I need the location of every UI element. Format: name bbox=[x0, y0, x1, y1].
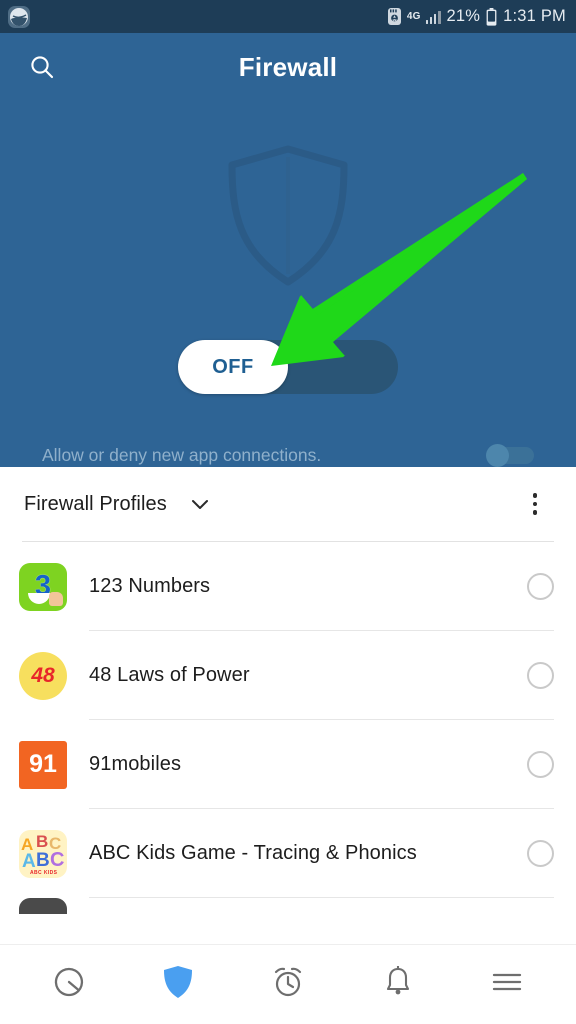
firewall-profiles-header: Firewall Profiles bbox=[0, 467, 576, 541]
firewall-master-toggle-label: OFF bbox=[212, 355, 254, 378]
app-icon-abc-kids-game: ABC ABC ABC KIDS bbox=[19, 829, 67, 878]
page-title: Firewall bbox=[238, 51, 338, 82]
app-icon-text: 91 bbox=[29, 750, 57, 778]
shield-outline-icon bbox=[223, 143, 353, 288]
battery-icon bbox=[486, 7, 497, 26]
app-icon-91mobiles: 91 bbox=[19, 740, 67, 789]
search-icon[interactable] bbox=[22, 47, 62, 87]
app-name-label: ABC Kids Game - Tracing & Phonics bbox=[89, 842, 417, 864]
app-select-radio[interactable] bbox=[527, 751, 554, 778]
app-icon-text: 48 bbox=[31, 663, 55, 687]
list-item[interactable]: ABC ABC ABC KIDS ABC Kids Game - Tracing… bbox=[0, 809, 576, 898]
app-icon-partial bbox=[19, 898, 67, 914]
app-name-label: 48 Laws of Power bbox=[89, 664, 250, 686]
dashboard-circle-icon bbox=[53, 966, 85, 1003]
nav-dashboard-circle[interactable] bbox=[37, 953, 101, 1017]
app-name-label: 91mobiles bbox=[89, 753, 182, 775]
bell-notification-icon bbox=[383, 965, 413, 1003]
app-select-radio[interactable] bbox=[527, 573, 554, 600]
app-select-radio[interactable] bbox=[527, 840, 554, 867]
firewall-profiles-title: Firewall Profiles bbox=[24, 492, 167, 515]
network-type-label: 4G bbox=[406, 11, 421, 22]
list-item-partial[interactable] bbox=[0, 898, 576, 914]
app-icon-48-laws-of-power: 48 bbox=[19, 651, 67, 700]
firewall-master-toggle[interactable]: OFF bbox=[178, 340, 398, 394]
firewall-profiles-section: Firewall Profiles 3 123 Numbers 48 48 La… bbox=[0, 467, 576, 914]
bottom-navigation-bar bbox=[0, 944, 576, 1024]
nav-alarm-clock[interactable] bbox=[256, 953, 320, 1017]
firewall-master-toggle-knob[interactable]: OFF bbox=[178, 340, 288, 394]
alarm-clock-icon bbox=[271, 965, 305, 1004]
signal-bars-icon bbox=[425, 10, 441, 24]
new-app-connections-label: Allow or deny new app connections. bbox=[42, 444, 322, 465]
new-app-connections-toggle-knob[interactable] bbox=[486, 444, 509, 467]
nav-firewall-shield[interactable] bbox=[146, 953, 210, 1017]
new-app-connections-toggle[interactable] bbox=[486, 444, 534, 467]
clock-label: 1:31 PM bbox=[503, 7, 566, 25]
nav-menu[interactable] bbox=[475, 953, 539, 1017]
nav-notifications-bell[interactable] bbox=[366, 953, 430, 1017]
row-divider bbox=[89, 897, 554, 898]
app-notification-icon bbox=[8, 5, 30, 28]
new-app-connections-row[interactable]: Allow or deny new app connections. bbox=[0, 431, 576, 467]
app-icon-123-numbers: 3 bbox=[19, 562, 67, 611]
battery-percent-label: 21% bbox=[446, 7, 481, 25]
sd-card-icon bbox=[387, 8, 401, 25]
app-name-label: 123 Numbers bbox=[89, 575, 211, 597]
firewall-app-list: 3 123 Numbers 48 48 Laws of Power 91 91m… bbox=[0, 542, 576, 914]
app-bar: Firewall bbox=[0, 33, 576, 101]
hamburger-menu-icon bbox=[491, 969, 523, 1000]
status-bar: 4G 21% 1:31 PM bbox=[0, 0, 576, 33]
app-select-radio[interactable] bbox=[527, 662, 554, 689]
list-item[interactable]: 3 123 Numbers bbox=[0, 542, 576, 631]
status-bar-right: 4G 21% 1:31 PM bbox=[387, 7, 566, 26]
list-item[interactable]: 91 91mobiles bbox=[0, 720, 576, 809]
firewall-hero-panel: Firewall OFF Allow or deny new app conne… bbox=[0, 33, 576, 467]
chevron-down-icon[interactable] bbox=[189, 493, 211, 515]
overflow-menu-icon[interactable] bbox=[518, 487, 552, 521]
shield-icon bbox=[163, 965, 193, 1004]
list-item[interactable]: 48 48 Laws of Power bbox=[0, 631, 576, 720]
status-bar-left bbox=[8, 5, 30, 28]
